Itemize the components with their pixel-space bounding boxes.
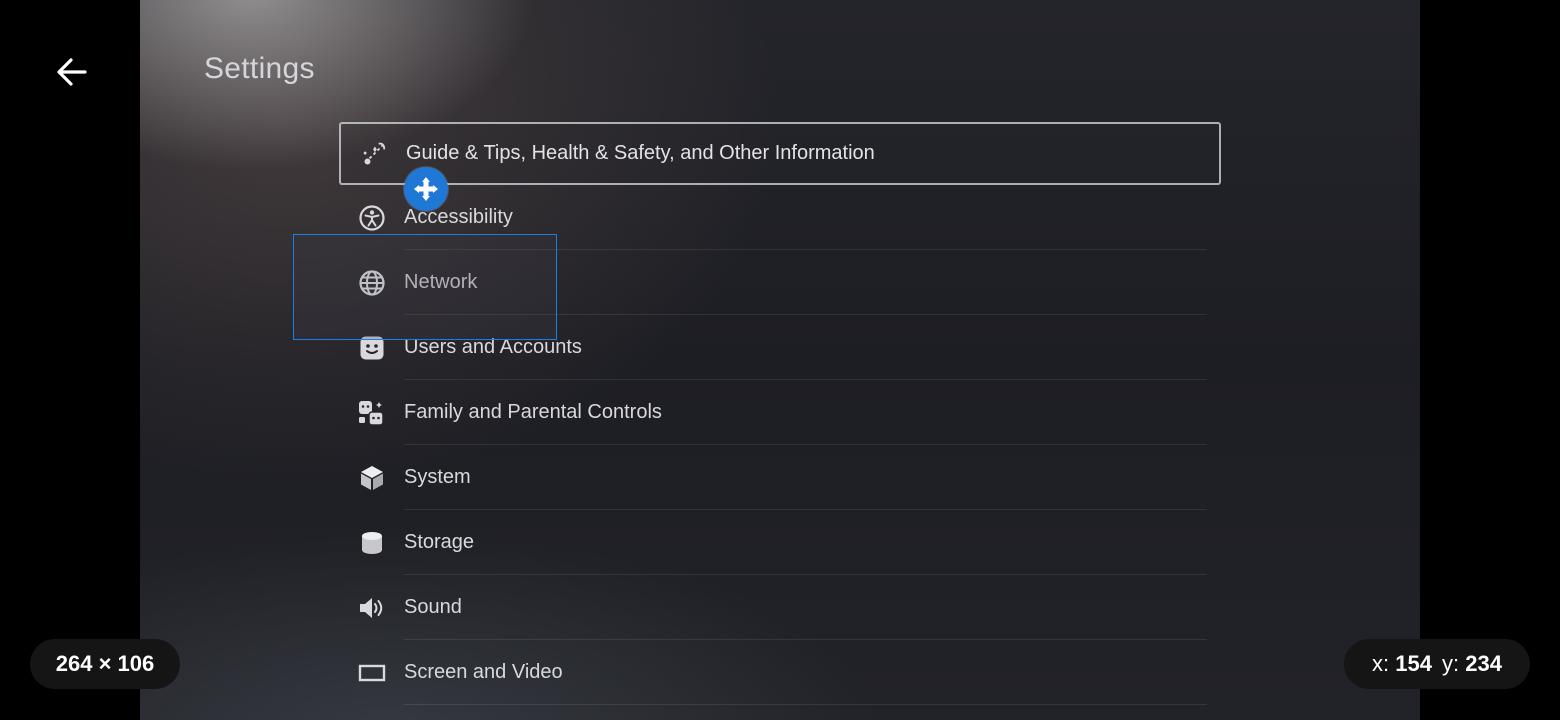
menu-item-label: Users and Accounts	[404, 336, 582, 358]
back-button[interactable]	[48, 50, 96, 94]
x-label: x:	[1372, 651, 1390, 676]
cube-icon	[358, 464, 386, 492]
menu-item-accessibility[interactable]: Accessibility	[339, 185, 1221, 250]
menu-item-family-parental[interactable]: Family and Parental Controls	[339, 380, 1221, 445]
menu-separator	[404, 704, 1207, 705]
menu-item-label: Screen and Video	[404, 661, 563, 683]
menu-item-network[interactable]: Network	[339, 250, 1221, 315]
menu-item-system[interactable]: System	[339, 445, 1221, 510]
screen-icon	[358, 659, 386, 687]
arrow-left-icon	[57, 58, 87, 86]
settings-menu: Guide & Tips, Health & Safety, and Other…	[339, 122, 1221, 705]
menu-item-guide-tips[interactable]: Guide & Tips, Health & Safety, and Other…	[339, 122, 1221, 185]
speaker-icon	[358, 594, 386, 622]
menu-item-sound[interactable]: Sound	[339, 575, 1221, 640]
globe-icon	[358, 269, 386, 297]
menu-item-label: Network	[404, 271, 478, 293]
x-coordinate: x: 154	[1372, 651, 1432, 677]
user-face-icon	[358, 334, 386, 362]
menu-item-label: System	[404, 466, 471, 488]
move-arrows-icon	[414, 177, 438, 201]
accessibility-icon	[358, 204, 386, 232]
y-value: 234	[1465, 651, 1502, 676]
menu-item-label: Guide & Tips, Health & Safety, and Other…	[406, 142, 875, 164]
y-label: y:	[1442, 651, 1460, 676]
x-value: 154	[1395, 651, 1432, 676]
menu-item-label: Storage	[404, 531, 475, 553]
move-handle[interactable]	[404, 167, 448, 211]
y-coordinate: y: 234	[1442, 651, 1502, 677]
menu-item-label: Sound	[404, 596, 462, 618]
storage-icon	[358, 529, 386, 557]
selection-size-readout: 264 × 106	[30, 639, 180, 689]
menu-item-users-accounts[interactable]: Users and Accounts	[339, 315, 1221, 380]
menu-item-label: Family and Parental Controls	[404, 401, 662, 423]
guide-tips-icon	[360, 140, 388, 168]
menu-item-storage[interactable]: Storage	[339, 510, 1221, 575]
coordinate-readout: x: 154 y: 234	[1344, 639, 1530, 689]
page-title: Settings	[204, 52, 315, 85]
menu-item-screen-video[interactable]: Screen and Video	[339, 640, 1221, 705]
family-icon	[358, 399, 386, 427]
